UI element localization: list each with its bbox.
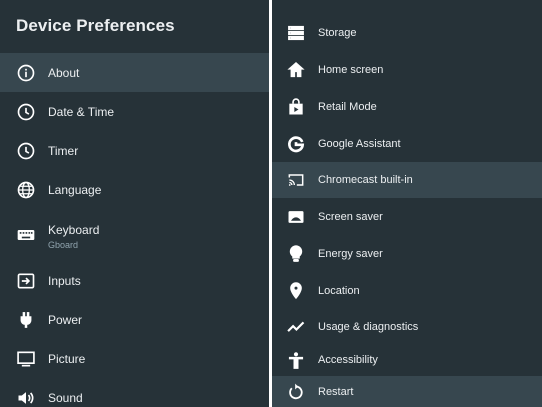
menu-item-label: Restart xyxy=(318,386,354,398)
menu-item-label: Sound xyxy=(48,391,83,405)
location-pin-icon xyxy=(286,281,306,301)
menu-item-inputs[interactable]: Inputs xyxy=(0,261,269,300)
menu-item-retail-mode[interactable]: Retail Mode xyxy=(272,88,542,125)
screen-saver-icon xyxy=(286,207,306,227)
menu-item-location[interactable]: Location xyxy=(272,272,542,309)
menu-item-keyboard[interactable]: Keyboard Gboard xyxy=(0,209,269,261)
speaker-icon xyxy=(16,388,36,407)
menu-item-label: Keyboard xyxy=(48,223,100,237)
globe-icon xyxy=(16,180,36,200)
info-icon xyxy=(16,63,36,83)
menu-item-accessibility[interactable]: Accessibility xyxy=(272,345,542,376)
menu-item-summary: Gboard xyxy=(48,240,79,250)
menu-item-usage-diagnostics[interactable]: Usage & diagnostics xyxy=(272,309,542,345)
menu-item-picture[interactable]: Picture xyxy=(0,339,269,378)
power-plug-icon xyxy=(16,310,36,330)
menu-item-language[interactable]: Language xyxy=(0,170,269,209)
menu-item-label: About xyxy=(48,66,80,80)
menu-item-power[interactable]: Power xyxy=(0,300,269,339)
menu-item-about[interactable]: About xyxy=(0,53,269,92)
menu-item-label: Retail Mode xyxy=(318,101,377,113)
input-icon xyxy=(16,271,36,291)
menu-item-home-screen[interactable]: Home screen xyxy=(272,51,542,88)
menu-item-storage[interactable]: Storage xyxy=(272,14,542,51)
page-title: Device Preferences xyxy=(16,16,175,35)
menu-item-chromecast[interactable]: Chromecast built-in xyxy=(272,162,542,198)
device-preferences-panel: Device Preferences About Date & Time Tim… xyxy=(0,0,269,407)
menu-item-label: Location xyxy=(318,285,360,297)
menu-item-label: Home screen xyxy=(318,64,384,76)
storage-icon xyxy=(286,23,306,43)
shopping-bag-icon xyxy=(286,97,306,117)
keyboard-icon xyxy=(16,225,36,245)
home-icon xyxy=(286,60,306,80)
menu-item-restart[interactable]: Restart xyxy=(272,376,542,407)
lightbulb-icon xyxy=(286,244,306,264)
menu-item-label: Power xyxy=(48,313,83,327)
menu-item-date-time[interactable]: Date & Time xyxy=(0,92,269,131)
menu-item-label: Accessibility xyxy=(318,354,378,366)
menu-item-label: Language xyxy=(48,183,102,197)
menu-item-label: Energy saver xyxy=(318,248,383,260)
accessibility-icon xyxy=(286,351,306,371)
menu-item-label: Usage & diagnostics xyxy=(318,321,419,333)
timer-icon xyxy=(16,141,36,161)
menu-item-label: Google Assistant xyxy=(318,138,401,150)
menu-item-label: Screen saver xyxy=(318,211,383,223)
trend-line-icon xyxy=(286,317,306,337)
menu-item-label: Chromecast built-in xyxy=(318,174,413,186)
menu-item-label: Picture xyxy=(48,352,86,366)
menu-item-screen-saver[interactable]: Screen saver xyxy=(272,198,542,235)
menu-item-label: Timer xyxy=(48,144,79,158)
monitor-icon xyxy=(16,349,36,369)
clock-icon xyxy=(16,102,36,122)
menu-item-sound[interactable]: Sound xyxy=(0,378,269,407)
device-preferences-list-continued: Storage Home screen Retail Mode Google A… xyxy=(272,0,542,407)
menu-item-energy-saver[interactable]: Energy saver xyxy=(272,235,542,272)
google-g-icon xyxy=(286,134,306,154)
menu-item-label: Date & Time xyxy=(48,105,115,119)
restart-icon xyxy=(286,382,306,402)
cast-icon xyxy=(286,170,306,190)
menu-item-label: Storage xyxy=(318,27,357,39)
menu-item-label: Inputs xyxy=(48,274,81,288)
menu-item-timer[interactable]: Timer xyxy=(0,131,269,170)
menu-item-google-assistant[interactable]: Google Assistant xyxy=(272,125,542,162)
